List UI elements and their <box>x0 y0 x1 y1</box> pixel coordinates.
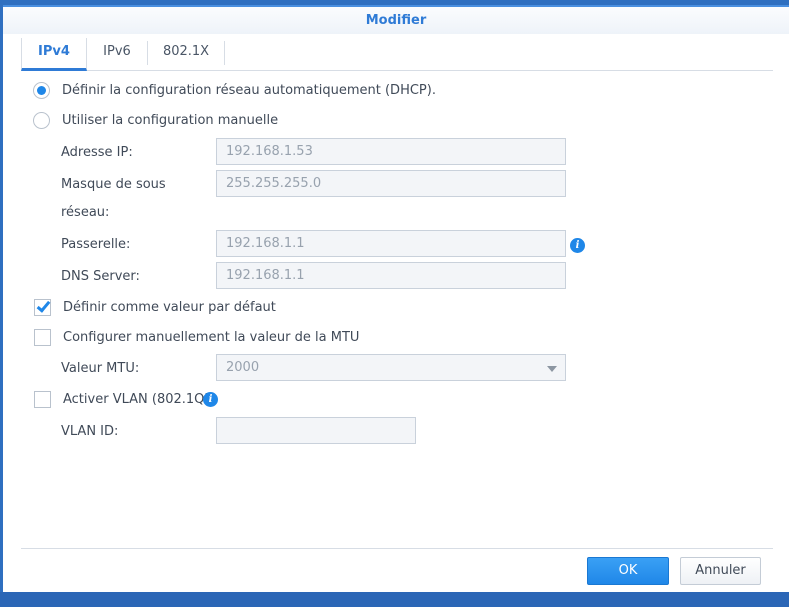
ip-input[interactable]: 192.168.1.53 <box>216 138 566 165</box>
vlan-info-icon[interactable]: i <box>203 392 218 407</box>
tab-ipv6[interactable]: IPv6 <box>87 38 147 71</box>
vlan-checkbox-label: Activer VLAN (802.1Q) <box>63 392 210 407</box>
manual-radio[interactable] <box>33 112 50 129</box>
ip-label: Adresse IP: <box>61 145 133 160</box>
dialog-title: Modifier <box>3 7 789 34</box>
cancel-button[interactable]: Annuler <box>680 557 761 585</box>
mtu-select[interactable]: 2000 <box>216 354 566 381</box>
mtu-value-label: Valeur MTU: <box>61 361 140 376</box>
mask-label-continued: réseau: <box>61 205 110 220</box>
checkmark-icon <box>36 298 51 313</box>
modify-dialog: Modifier IPv4 IPv6 802.1X Définir la con… <box>3 5 789 592</box>
gateway-info-icon[interactable]: i <box>570 238 585 253</box>
tab-divider <box>224 41 225 65</box>
dns-input[interactable]: 192.168.1.1 <box>216 262 566 289</box>
manual-label: Utiliser la configuration manuelle <box>62 113 279 128</box>
manual-option[interactable]: Utiliser la configuration manuelle <box>33 112 278 129</box>
default-gateway-label: Définir comme valeur par défaut <box>63 300 276 315</box>
chevron-down-icon[interactable] <box>547 366 557 372</box>
gateway-label: Passerelle: <box>61 237 131 252</box>
tab-ipv4[interactable]: IPv4 <box>21 38 87 71</box>
vlan-id-label: VLAN ID: <box>61 424 119 439</box>
vlan-checkbox[interactable] <box>34 391 51 408</box>
tab-8021x[interactable]: 802.1X <box>148 38 224 71</box>
dhcp-option[interactable]: Définir la configuration réseau automati… <box>33 82 436 99</box>
mtu-option[interactable]: Configurer manuellement la valeur de la … <box>34 329 359 346</box>
dhcp-label: Définir la configuration réseau automati… <box>62 83 436 98</box>
mask-input[interactable]: 255.255.255.0 <box>216 170 566 197</box>
default-gateway-checkbox[interactable] <box>34 298 51 316</box>
dns-label: DNS Server: <box>61 269 140 284</box>
mask-label: Masque de sous <box>61 177 166 192</box>
tab-bar: IPv4 IPv6 802.1X <box>21 38 773 71</box>
desktop-backdrop <box>0 592 789 607</box>
vlan-option[interactable]: Activer VLAN (802.1Q) <box>34 391 209 408</box>
default-gateway-option[interactable]: Définir comme valeur par défaut <box>34 298 276 316</box>
mtu-selected-value: 2000 <box>226 360 260 375</box>
gateway-input[interactable]: 192.168.1.1 <box>216 230 566 257</box>
vlan-id-input[interactable] <box>216 417 416 444</box>
mtu-checkbox[interactable] <box>34 329 51 346</box>
dhcp-radio[interactable] <box>33 82 50 99</box>
footer-divider <box>21 548 773 549</box>
ok-button[interactable]: OK <box>587 557 669 585</box>
mtu-checkbox-label: Configurer manuellement la valeur de la … <box>63 330 360 345</box>
